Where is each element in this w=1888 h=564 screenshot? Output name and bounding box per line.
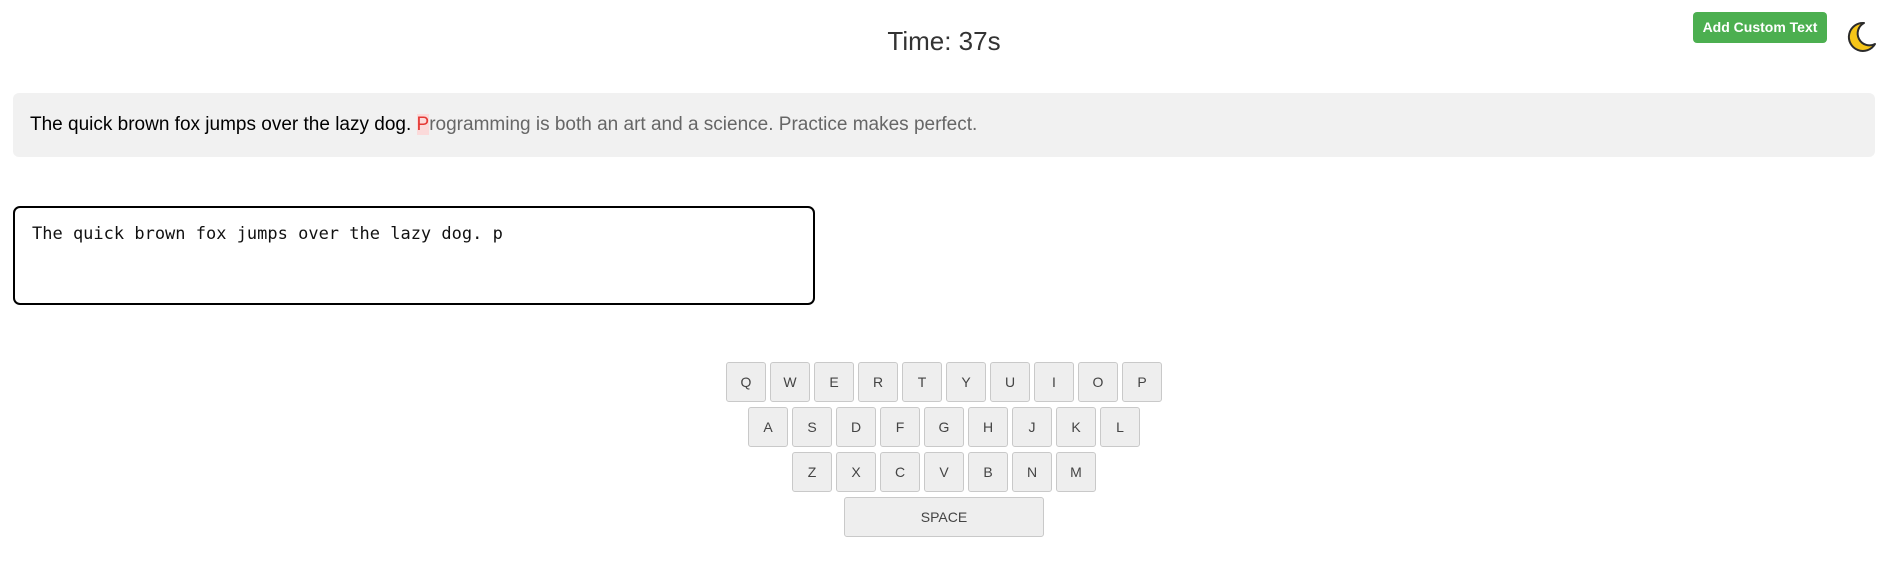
add-custom-text-button[interactable]: Add Custom Text <box>1693 12 1827 43</box>
key-a[interactable]: A <box>748 407 788 447</box>
key-k[interactable]: K <box>1056 407 1096 447</box>
moon-icon[interactable] <box>1846 20 1878 54</box>
key-space[interactable]: SPACE <box>844 497 1044 537</box>
key-n[interactable]: N <box>1012 452 1052 492</box>
current-character: P <box>416 114 430 135</box>
keyboard-row-3: ZXCVBNM <box>0 452 1888 492</box>
key-v[interactable]: V <box>924 452 964 492</box>
key-u[interactable]: U <box>990 362 1030 402</box>
remaining-text: rogramming is both an art and a science.… <box>429 114 978 135</box>
key-m[interactable]: M <box>1056 452 1096 492</box>
virtual-keyboard: QWERTYUIOP ASDFGHJKL ZXCVBNM SPACE <box>0 362 1888 542</box>
key-h[interactable]: H <box>968 407 1008 447</box>
key-p[interactable]: P <box>1122 362 1162 402</box>
key-r[interactable]: R <box>858 362 898 402</box>
keyboard-row-2: ASDFGHJKL <box>0 407 1888 447</box>
key-f[interactable]: F <box>880 407 920 447</box>
key-d[interactable]: D <box>836 407 876 447</box>
key-o[interactable]: O <box>1078 362 1118 402</box>
timer: Time: 37s <box>887 26 1001 56</box>
key-g[interactable]: G <box>924 407 964 447</box>
key-y[interactable]: Y <box>946 362 986 402</box>
keyboard-row-1: QWERTYUIOP <box>0 362 1888 402</box>
key-e[interactable]: E <box>814 362 854 402</box>
key-w[interactable]: W <box>770 362 810 402</box>
key-b[interactable]: B <box>968 452 1008 492</box>
key-z[interactable]: Z <box>792 452 832 492</box>
key-x[interactable]: X <box>836 452 876 492</box>
typed-text: The quick brown fox jumps over the lazy … <box>30 114 417 135</box>
key-l[interactable]: L <box>1100 407 1140 447</box>
key-j[interactable]: J <box>1012 407 1052 447</box>
target-text-panel: The quick brown fox jumps over the lazy … <box>13 93 1875 157</box>
key-c[interactable]: C <box>880 452 920 492</box>
key-q[interactable]: Q <box>726 362 766 402</box>
key-s[interactable]: S <box>792 407 832 447</box>
keyboard-row-space: SPACE <box>0 497 1888 537</box>
key-t[interactable]: T <box>902 362 942 402</box>
typing-input[interactable] <box>13 206 815 305</box>
key-i[interactable]: I <box>1034 362 1074 402</box>
typing-test-page: Time: 37s Add Custom Text The quick brow… <box>0 0 1888 564</box>
